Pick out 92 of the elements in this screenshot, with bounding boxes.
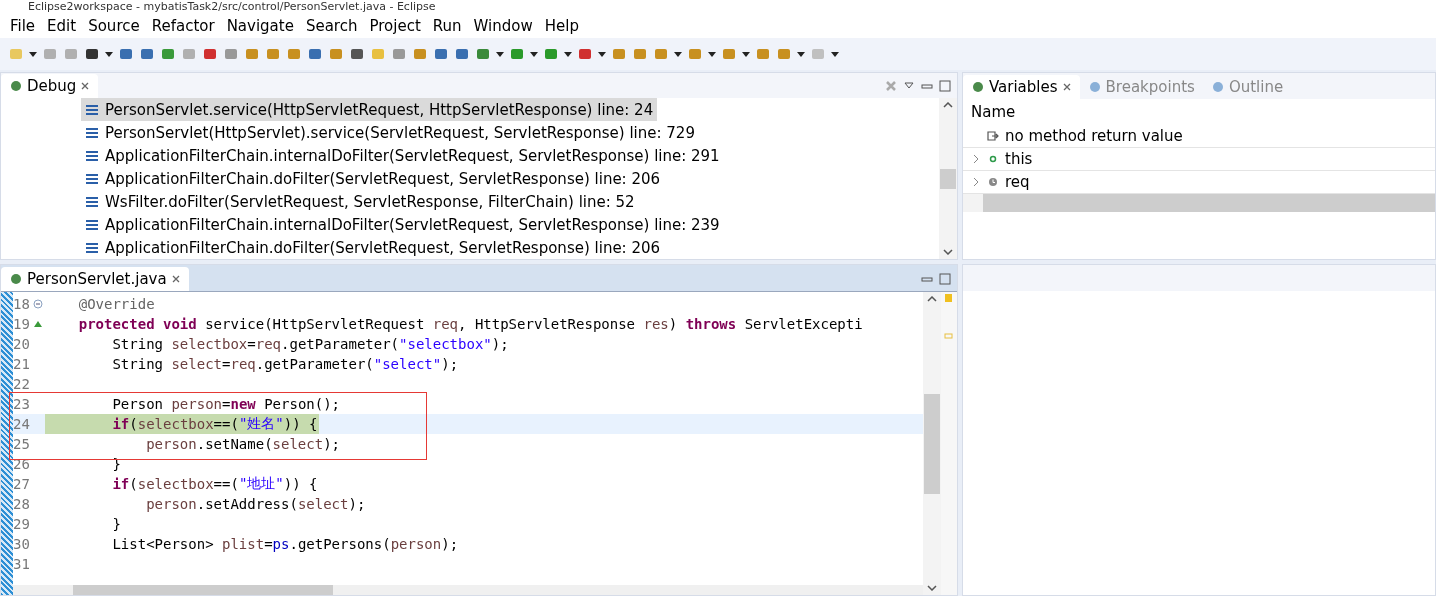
- stack-frame-icon: [85, 103, 99, 116]
- dropdown-caret-icon[interactable]: [674, 51, 682, 57]
- line-number: 20: [13, 336, 31, 352]
- menu-item[interactable]: Navigate: [220, 17, 300, 35]
- stack-frame-item[interactable]: PersonServlet.service(HttpServletRequest, HttpServletResponse) line: 24: [81, 98, 658, 121]
- menu-item[interactable]: Window: [467, 17, 539, 35]
- line-number: 28: [13, 496, 31, 512]
- view-icon: [971, 80, 985, 94]
- line-number: 19: [13, 316, 31, 332]
- horizontal-scrollbar[interactable]: [13, 585, 923, 595]
- scroll-down-icon[interactable]: [927, 585, 937, 591]
- scroll-thumb[interactable]: [940, 168, 956, 189]
- stack-frame-item[interactable]: ApplicationFilterChain.doFilter(ServletRequest, ServletResponse) line: 206: [81, 167, 665, 190]
- stack-frame-icon: [85, 126, 99, 139]
- view-icon: [1210, 80, 1225, 94]
- expand-chevron-icon[interactable]: [971, 154, 981, 164]
- stack-frame-icon: [85, 149, 99, 162]
- dropdown-caret-icon[interactable]: [564, 51, 572, 57]
- menu-item[interactable]: Refactor: [145, 17, 221, 35]
- maximize-icon[interactable]: [939, 80, 951, 92]
- stack-frame-icon: [85, 241, 99, 254]
- stack-frame-item[interactable]: PersonServlet(HttpServlet).service(ServletRequest, ServletResponse) line: 729: [81, 121, 699, 144]
- maximize-icon[interactable]: [939, 273, 951, 285]
- fold-icon[interactable]: [33, 299, 43, 309]
- code-text: @Override: [77, 295, 156, 314]
- stack-frame-item[interactable]: ApplicationFilterChain.internalDoFilter(ServletRequest, ServletResponse) line: 291: [81, 144, 724, 167]
- menu-item[interactable]: Search: [299, 17, 364, 35]
- remove-all-icon[interactable]: [885, 80, 897, 92]
- current-line-text: if(selectbox==("姓名")) {: [45, 414, 320, 434]
- dropdown-caret-icon[interactable]: [831, 51, 839, 57]
- dropdown-caret-icon[interactable]: [742, 51, 750, 57]
- code-text: person.setAddress(select);: [145, 495, 367, 514]
- dropdown-caret-icon[interactable]: [598, 51, 606, 57]
- view-tab[interactable]: Debug: [1, 74, 99, 98]
- view-tab[interactable]: PersonServlet.java: [1, 267, 189, 291]
- line-number: 27: [13, 476, 31, 492]
- variable-row[interactable]: this: [963, 148, 1435, 171]
- menu-item[interactable]: Project: [363, 17, 427, 35]
- line-number: 22: [13, 376, 31, 392]
- close-icon[interactable]: [1061, 82, 1072, 92]
- stack-frame-item[interactable]: WsFilter.doFilter(ServletRequest, ServletResponse, FilterChain) line: 52: [81, 190, 639, 213]
- scroll-down-icon[interactable]: [943, 249, 953, 255]
- expand-chevron-icon[interactable]: [971, 177, 981, 187]
- code-text: Person person=new Person();: [111, 395, 342, 414]
- menu-item[interactable]: File: [4, 17, 42, 35]
- column-header[interactable]: Name: [963, 99, 1435, 125]
- return-arrow-icon: [987, 130, 999, 142]
- stack-frame-icon: [85, 218, 99, 231]
- variable-icon: [987, 176, 999, 188]
- code-text: protected void service(HttpServletRequest req, HttpServletResponse res) throws ServletExcepti: [77, 315, 864, 334]
- window-title: Eclipse2workspace - mybatisTask2/src/control/PersonServlet.java - Eclipse: [0, 0, 1436, 14]
- code-text: person.setName(select);: [145, 435, 341, 454]
- dropdown-caret-icon[interactable]: [105, 51, 113, 57]
- scroll-thumb[interactable]: [73, 585, 333, 595]
- scroll-up-icon[interactable]: [927, 296, 937, 302]
- scroll-up-icon[interactable]: [943, 102, 953, 108]
- dropdown-caret-icon[interactable]: [496, 51, 504, 57]
- triangle-icon: [33, 319, 43, 329]
- dropdown-caret-icon[interactable]: [530, 51, 538, 57]
- vertical-scrollbar[interactable]: [923, 292, 941, 595]
- stack-frame-item[interactable]: ApplicationFilterChain.internalDoFilter(ServletRequest, ServletResponse) line: 239: [81, 213, 724, 236]
- variable-icon: [987, 153, 999, 165]
- code-text: String select=req.getParameter("select");: [111, 355, 460, 374]
- view-tab[interactable]: Variables: [963, 75, 1080, 99]
- stack-frame-icon: [85, 195, 99, 208]
- code-text: if(selectbox==("地址")) {: [111, 474, 319, 494]
- variable-row[interactable]: no method return value: [963, 125, 1435, 148]
- scroll-thumb[interactable]: [924, 393, 940, 494]
- line-number: 30: [13, 536, 31, 552]
- stack-frame-item[interactable]: ApplicationFilterChain.doFilter(ServletRequest, ServletResponse) line: 206: [81, 236, 665, 259]
- line-number: 18: [13, 296, 31, 312]
- menu-item[interactable]: Help: [538, 17, 585, 35]
- stack-frame-icon: [85, 172, 99, 185]
- dropdown-caret-icon[interactable]: [29, 51, 37, 57]
- menu-item[interactable]: Run: [426, 17, 468, 35]
- line-number: 29: [13, 516, 31, 532]
- dropdown-caret-icon[interactable]: [797, 51, 805, 57]
- menu-item[interactable]: Source: [82, 17, 146, 35]
- code-text: }: [111, 515, 122, 534]
- line-number: 23: [13, 396, 31, 412]
- code-text: List<Person> plist=ps.getPersons(person);: [111, 535, 460, 554]
- view-icon: [1087, 80, 1102, 94]
- line-number: 21: [13, 356, 31, 372]
- line-number: 31: [13, 556, 31, 572]
- close-icon[interactable]: [170, 274, 181, 284]
- vertical-scrollbar[interactable]: [939, 98, 957, 259]
- line-number: 24: [13, 416, 31, 432]
- code-text: String selectbox=req.getParameter("selectbox");: [111, 335, 510, 354]
- dropdown-caret-icon[interactable]: [708, 51, 716, 57]
- menu-item[interactable]: Edit: [41, 17, 83, 35]
- line-number: 25: [13, 436, 31, 452]
- close-icon[interactable]: [80, 81, 91, 91]
